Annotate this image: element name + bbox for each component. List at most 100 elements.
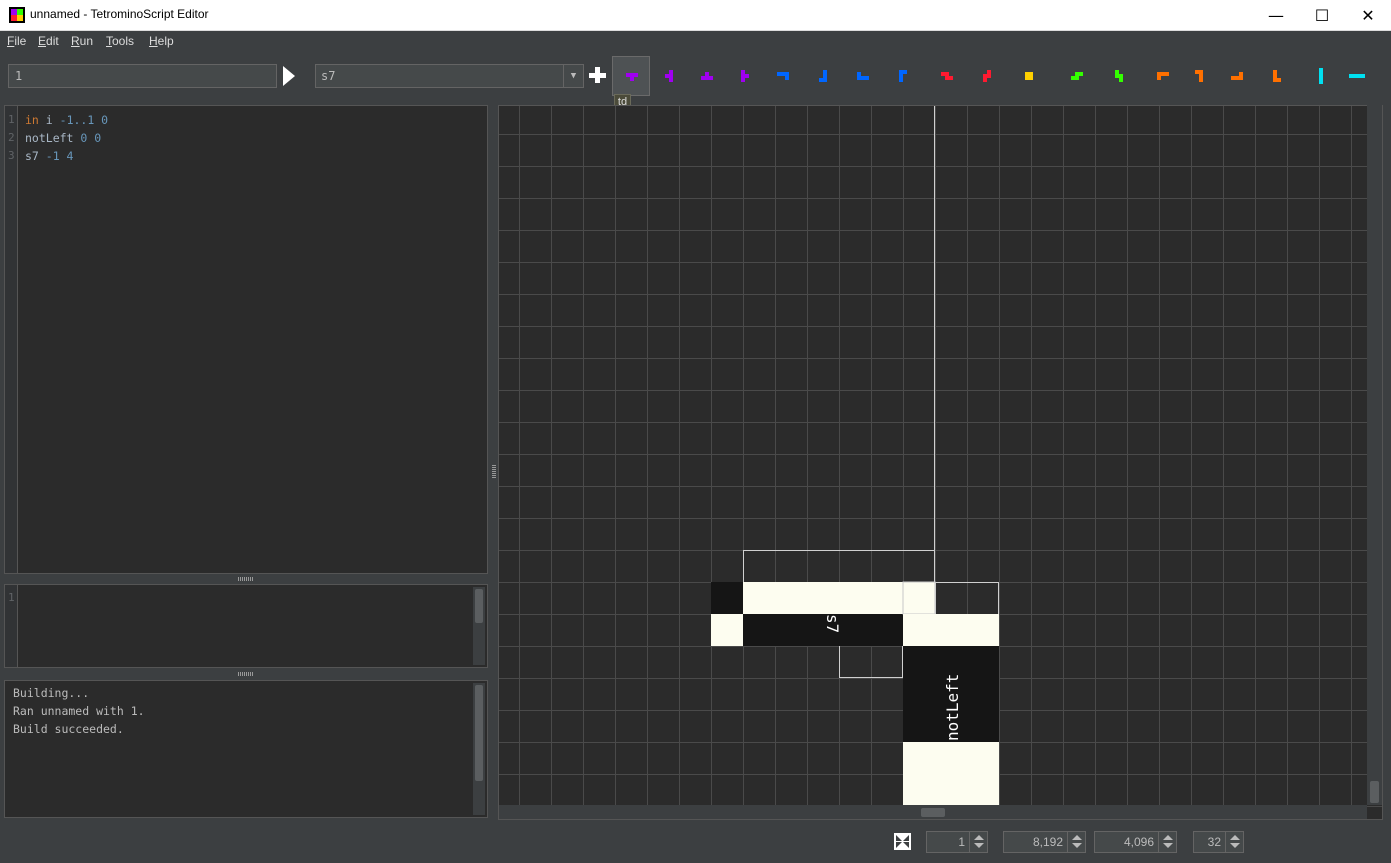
tetromino-cell	[1199, 70, 1203, 74]
tetromino-ih-button[interactable]	[1338, 56, 1376, 96]
close-button[interactable]: ✕	[1345, 0, 1391, 31]
tetromino-cell	[1353, 74, 1357, 78]
tetromino-cell	[823, 78, 827, 82]
fit-view-icon[interactable]	[894, 833, 911, 850]
code-token: in	[25, 113, 39, 127]
run-button[interactable]	[282, 65, 296, 87]
tetromino-cell	[861, 76, 865, 80]
s7-label: s7	[823, 614, 842, 633]
tetromino-sv-button[interactable]	[1100, 56, 1138, 96]
editor-splitter[interactable]	[4, 575, 488, 583]
arguments-input[interactable]: 1	[8, 64, 277, 88]
tetromino-jl-icon	[819, 70, 827, 82]
app-icon	[9, 7, 25, 23]
tetromino-cell	[1025, 72, 1029, 76]
tetromino-cell	[634, 73, 638, 77]
scrollbar-thumb[interactable]	[1370, 781, 1379, 803]
tetromino-cell	[819, 78, 823, 82]
cell-size-spinner[interactable]: 32	[1193, 831, 1244, 853]
tetromino-lu-button[interactable]	[1218, 56, 1256, 96]
tetromino-iv-button[interactable]	[1302, 56, 1340, 96]
height-spinner[interactable]: 4,096	[1094, 831, 1177, 853]
code-line: s7 -1 4	[25, 149, 73, 163]
tetromino-cell	[945, 72, 949, 76]
console-line: Building...	[13, 686, 90, 700]
cell-black	[743, 614, 903, 646]
vertical-splitter[interactable]	[490, 105, 498, 818]
scrollbar[interactable]	[473, 587, 485, 665]
tetromino-jd-icon	[777, 72, 789, 80]
arguments-editor[interactable]: 1	[4, 584, 488, 668]
tetromino-o-button[interactable]	[1010, 56, 1048, 96]
scale-value: 1	[958, 835, 965, 849]
tetromino-cell	[669, 74, 673, 78]
tetromino-cell	[630, 77, 634, 81]
menu-tools[interactable]: Tools	[106, 34, 134, 48]
cell-white	[711, 614, 743, 646]
tetromino-cell	[857, 72, 861, 76]
tetromino-cell	[709, 76, 713, 80]
spinner-arrows-icon[interactable]	[1225, 832, 1243, 852]
console-line: Ran unnamed with 1.	[13, 704, 145, 718]
tetromino-cell	[1239, 76, 1243, 80]
canvas-horizontal-scrollbar[interactable]	[499, 805, 1367, 819]
tetromino-cell	[941, 72, 945, 76]
tetromino-cell	[1029, 72, 1033, 76]
tetromino-jl-button[interactable]	[804, 56, 842, 96]
tetromino-cell	[669, 78, 673, 82]
tetromino-cell	[899, 78, 903, 82]
tetromino-cell	[630, 73, 634, 77]
menu-file[interactable]: File	[7, 34, 26, 48]
tetromino-zh-icon	[941, 72, 953, 80]
tetromino-cell	[1119, 78, 1123, 82]
tetromino-ld-icon	[1157, 72, 1169, 80]
cell-white	[903, 614, 999, 646]
spinner-arrows-icon[interactable]	[969, 832, 987, 852]
chevron-down-icon[interactable]: ▼	[563, 65, 583, 87]
menu-run[interactable]: Run	[71, 34, 93, 48]
width-spinner[interactable]: 8,192	[1003, 831, 1086, 853]
spinner-arrows-icon[interactable]	[1158, 832, 1176, 852]
console-splitter[interactable]	[4, 670, 488, 678]
maximize-button[interactable]: ☐	[1299, 0, 1345, 31]
tetromino-jr-button[interactable]	[884, 56, 922, 96]
minimize-button[interactable]: —	[1253, 0, 1299, 31]
tetromino-sh-button[interactable]	[1058, 56, 1096, 96]
tetromino-lu-icon	[1231, 72, 1243, 80]
tetromino-tu-button[interactable]	[688, 56, 726, 96]
code-editor[interactable]: 1 2 3 in i -1..1 0 notLeft 0 0 s7 -1 4	[4, 105, 488, 574]
scrollbar-thumb[interactable]	[475, 685, 483, 781]
grip-icon	[238, 672, 254, 676]
canvas-vertical-scrollbar[interactable]	[1367, 105, 1382, 805]
scrollbar-thumb[interactable]	[475, 589, 483, 623]
tetromino-ll-button[interactable]	[1180, 56, 1218, 96]
tetromino-tl-button[interactable]	[650, 56, 688, 96]
scrollbar-thumb[interactable]	[921, 808, 945, 817]
tetromino-cell	[1075, 72, 1079, 76]
height-value: 4,096	[1123, 835, 1154, 849]
menu-edit[interactable]: Edit	[38, 34, 59, 48]
tetromino-cell	[665, 74, 669, 78]
toolbar: 1 s7 ▼	[0, 53, 1391, 100]
tetromino-jr-icon	[899, 70, 907, 82]
tetromino-zv-button[interactable]	[968, 56, 1006, 96]
tetromino-cell	[745, 74, 749, 78]
tetromino-zv-icon	[983, 70, 991, 82]
tetromino-jd-button[interactable]	[764, 56, 802, 96]
add-icon[interactable]	[589, 67, 607, 85]
tetromino-ld-button[interactable]	[1144, 56, 1182, 96]
tetromino-lr-button[interactable]	[1258, 56, 1296, 96]
tetromino-canvas[interactable]: s7 notLeft	[498, 105, 1383, 820]
menu-help[interactable]: Help	[149, 34, 174, 48]
spinner-arrows-icon[interactable]	[1067, 832, 1085, 852]
tetromino-ih-icon	[1349, 74, 1365, 78]
tetromino-select[interactable]: s7 ▼	[315, 64, 584, 88]
scale-spinner[interactable]: 1	[926, 831, 988, 853]
scrollbar[interactable]	[473, 683, 485, 815]
tetromino-tr-button[interactable]	[726, 56, 764, 96]
code-token: s7	[25, 149, 46, 163]
tetromino-ju-button[interactable]	[844, 56, 882, 96]
tetromino-td-button[interactable]	[612, 56, 650, 96]
tetromino-zh-button[interactable]	[928, 56, 966, 96]
tetromino-cell	[1319, 68, 1323, 72]
